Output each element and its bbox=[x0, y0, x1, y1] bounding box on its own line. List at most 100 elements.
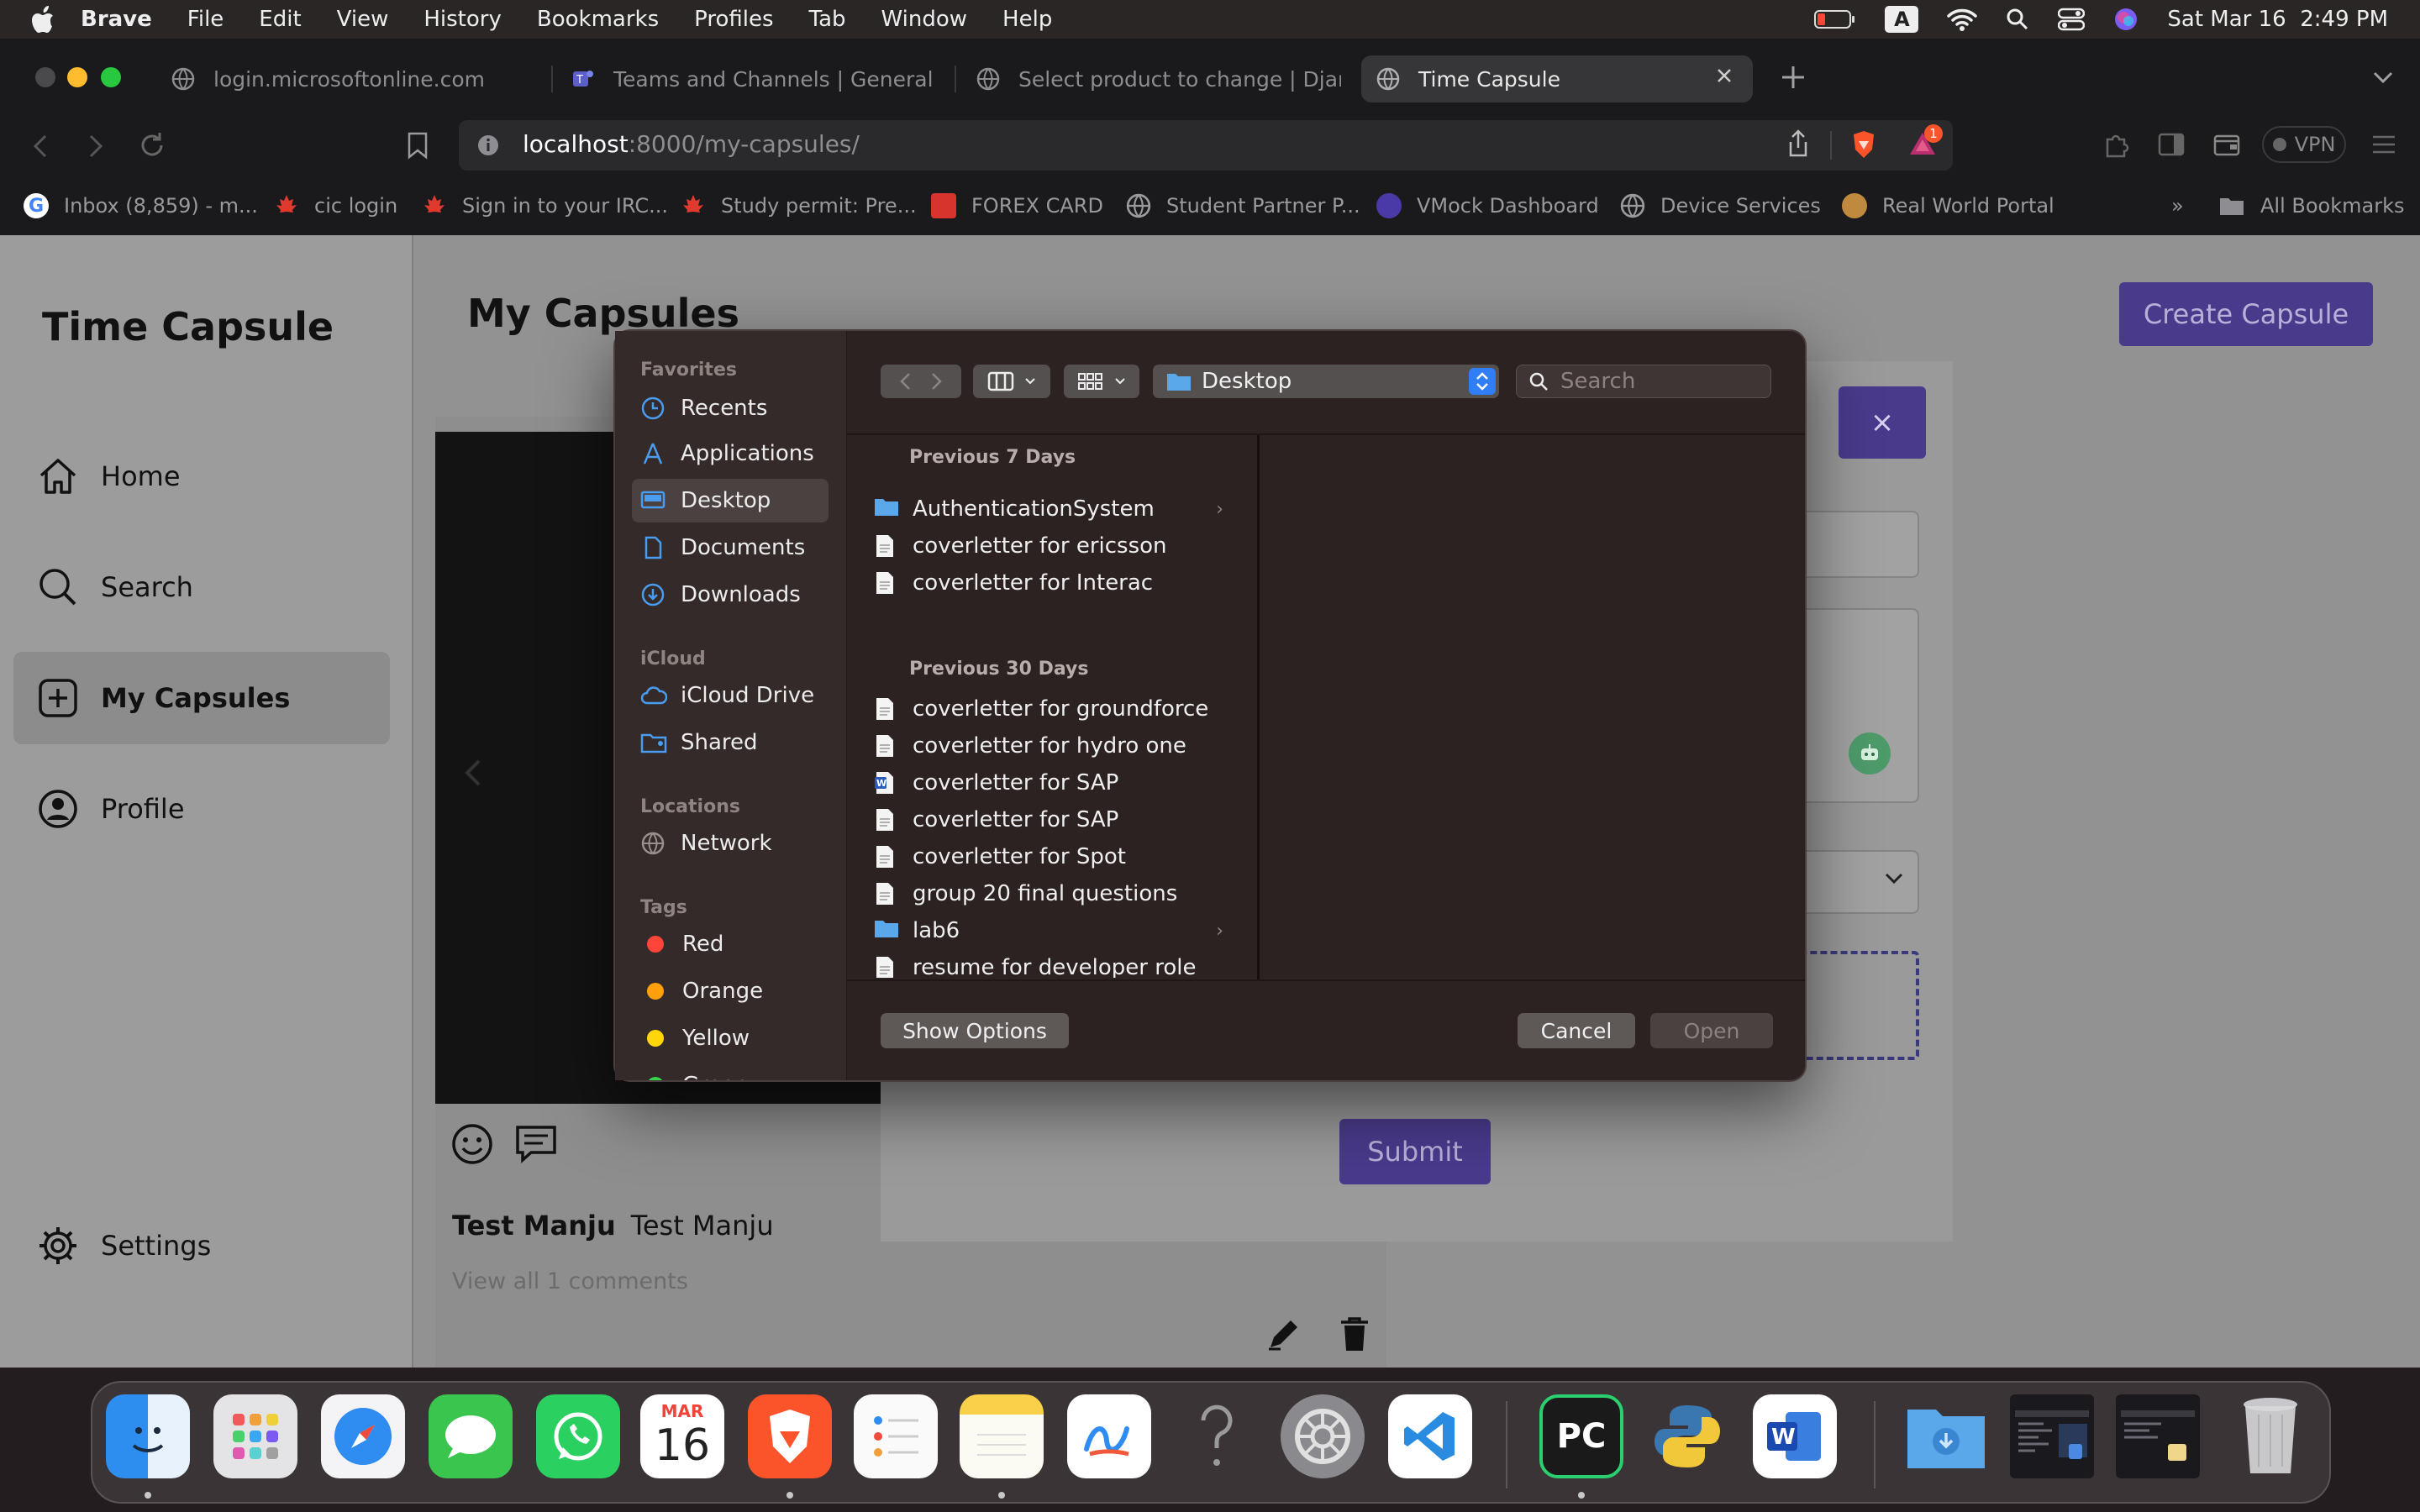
bookmark-study-permit[interactable]: Study permit: Pre... bbox=[681, 190, 917, 222]
calendar-icon[interactable]: MAR 16 bbox=[640, 1394, 724, 1478]
file-row-coverletter-groundforce[interactable]: coverletter for groundforce bbox=[874, 690, 1244, 727]
file-row-coverletter-ericsson[interactable]: coverletter for ericsson bbox=[874, 528, 1244, 564]
sidebar-item-network[interactable]: Network bbox=[632, 822, 829, 865]
menu-bookmarks[interactable]: Bookmarks bbox=[537, 7, 659, 32]
emoji-icon[interactable] bbox=[450, 1122, 494, 1166]
bookmark-inbox[interactable]: G Inbox (8,859) - m... bbox=[24, 190, 258, 222]
file-row-coverletter-hydro-one[interactable]: coverletter for hydro one bbox=[874, 727, 1244, 764]
group-by-button[interactable] bbox=[1064, 365, 1139, 398]
brave-shields-icon[interactable] bbox=[1850, 129, 1877, 160]
sidebar-item-applications[interactable]: Applications bbox=[632, 432, 829, 475]
recent-window-thumbnail-2-icon[interactable] bbox=[2116, 1394, 2200, 1478]
sidebar-tag-orange[interactable]: Orange bbox=[632, 969, 829, 1013]
bookmark-icon[interactable] bbox=[407, 131, 429, 160]
vpn-button[interactable]: VPN bbox=[2262, 126, 2346, 163]
tab-list-chevron-icon[interactable] bbox=[2371, 69, 2395, 86]
bookmark-student-partner[interactable]: Student Partner P... bbox=[1126, 190, 1360, 222]
sidebar-item-profile[interactable]: Profile bbox=[13, 763, 390, 855]
share-icon[interactable] bbox=[1786, 129, 1810, 158]
extensions-icon[interactable] bbox=[2102, 131, 2129, 158]
finder-icon[interactable] bbox=[106, 1394, 190, 1478]
vscode-icon[interactable] bbox=[1388, 1394, 1472, 1478]
view-all-comments-link[interactable]: View all 1 comments bbox=[452, 1268, 688, 1294]
battery-icon[interactable] bbox=[1814, 9, 1856, 29]
column-divider[interactable] bbox=[1257, 435, 1260, 979]
launchpad-icon[interactable] bbox=[213, 1394, 297, 1478]
sidebar-item-documents[interactable]: Documents bbox=[632, 526, 829, 570]
tab-microsoft-login[interactable]: login.microsoftonline.com bbox=[171, 55, 541, 102]
comment-icon[interactable] bbox=[514, 1122, 558, 1166]
menu-profiles[interactable]: Profiles bbox=[694, 7, 773, 32]
file-row-authenticationsystem[interactable]: AuthenticationSystem › bbox=[874, 491, 1244, 528]
notes-icon[interactable] bbox=[960, 1394, 1044, 1478]
recent-window-thumbnail-icon[interactable] bbox=[2010, 1394, 2094, 1478]
capsule-author[interactable]: Test Manju bbox=[452, 1210, 616, 1242]
back-chevron-icon[interactable] bbox=[898, 371, 912, 391]
wallet-icon[interactable] bbox=[2213, 133, 2240, 156]
bookmark-real-world-portal[interactable]: Real World Portal bbox=[1842, 190, 2054, 222]
dialog-search-field[interactable]: Search bbox=[1516, 365, 1771, 398]
file-row-coverletter-sap-docx[interactable]: Wcoverletter for SAP bbox=[874, 764, 1244, 801]
site-info-icon[interactable] bbox=[477, 134, 499, 156]
location-popup[interactable]: Desktop bbox=[1153, 365, 1499, 398]
file-row-coverletter-interac[interactable]: coverletter for Interac bbox=[874, 564, 1244, 601]
file-row-coverletter-spot[interactable]: coverletter for Spot bbox=[874, 838, 1244, 875]
tab-close-icon[interactable] bbox=[1714, 66, 1734, 86]
sidebar-item-desktop[interactable]: Desktop bbox=[632, 479, 829, 522]
spotlight-icon[interactable] bbox=[2006, 8, 2029, 31]
safari-icon[interactable] bbox=[321, 1394, 405, 1478]
bookmarks-overflow[interactable]: » bbox=[2171, 190, 2184, 222]
file-row-lab6[interactable]: lab6 › bbox=[874, 912, 1244, 949]
grammar-assistant-icon[interactable] bbox=[1849, 732, 1891, 774]
reload-icon[interactable] bbox=[138, 131, 166, 160]
messages-icon[interactable] bbox=[429, 1394, 513, 1478]
file-row-resume-developer-role[interactable]: resume for developer role bbox=[874, 949, 1244, 978]
menu-hamburger-icon[interactable] bbox=[2371, 134, 2396, 155]
bookmark-forex-card[interactable]: FOREX CARD bbox=[931, 190, 1103, 222]
carousel-prev-icon[interactable] bbox=[464, 758, 482, 788]
sidebar-item-settings[interactable]: Settings bbox=[13, 1200, 390, 1292]
sidebar-item-downloads[interactable]: Downloads bbox=[632, 573, 829, 617]
address-text[interactable]: localhost:8000/my-capsules/ bbox=[523, 130, 860, 158]
trash-icon[interactable] bbox=[2228, 1394, 2312, 1478]
sidebar-item-home[interactable]: Home bbox=[13, 430, 390, 522]
show-options-button[interactable]: Show Options bbox=[881, 1013, 1069, 1048]
delete-icon[interactable] bbox=[1338, 1315, 1371, 1352]
sidebar-toggle-icon[interactable] bbox=[2158, 133, 2185, 156]
window-close-button[interactable] bbox=[35, 67, 55, 87]
apple-icon[interactable] bbox=[32, 6, 55, 33]
edit-icon[interactable] bbox=[1265, 1315, 1302, 1352]
reminders-icon[interactable] bbox=[854, 1394, 938, 1478]
sidebar-item-recents[interactable]: Recents bbox=[632, 386, 829, 430]
file-row-coverletter-sap[interactable]: coverletter for SAP bbox=[874, 801, 1244, 838]
control-center-icon[interactable] bbox=[2058, 8, 2086, 31]
menu-tab[interactable]: Tab bbox=[809, 7, 846, 32]
menu-edit[interactable]: Edit bbox=[259, 7, 301, 32]
modal-close-button[interactable]: × bbox=[1839, 386, 1926, 459]
new-tab-icon[interactable] bbox=[1780, 64, 1807, 91]
bookmark-ircc-signin[interactable]: Sign in to your IRC... bbox=[422, 190, 668, 222]
freeform-icon[interactable] bbox=[1067, 1394, 1151, 1478]
bookmark-cic-login[interactable]: cic login bbox=[274, 190, 397, 222]
open-button[interactable]: Open bbox=[1650, 1013, 1773, 1048]
forward-chevron-icon[interactable] bbox=[930, 371, 944, 391]
menu-file[interactable]: File bbox=[187, 7, 224, 32]
menu-view[interactable]: View bbox=[337, 7, 389, 32]
all-bookmarks[interactable]: All Bookmarks bbox=[2218, 190, 2404, 222]
back-icon[interactable] bbox=[29, 133, 52, 160]
create-capsule-button[interactable]: Create Capsule bbox=[2119, 282, 2373, 346]
tab-teams[interactable]: T Teams and Channels | General | M bbox=[571, 55, 936, 102]
forward-icon[interactable] bbox=[84, 133, 108, 160]
siri-icon[interactable] bbox=[2113, 7, 2139, 32]
bookmark-vmock[interactable]: VMock Dashboard bbox=[1376, 190, 1599, 222]
whatsapp-icon[interactable] bbox=[536, 1394, 620, 1478]
sidebar-item-search[interactable]: Search bbox=[13, 541, 390, 633]
file-row-group-20-final-questions[interactable]: group 20 final questions bbox=[874, 875, 1244, 912]
system-settings-icon[interactable] bbox=[1281, 1394, 1365, 1478]
word-icon[interactable]: W bbox=[1753, 1394, 1837, 1478]
sidebar-item-icloud-drive[interactable]: iCloud Drive bbox=[632, 674, 829, 717]
pycharm-icon[interactable]: PC bbox=[1539, 1394, 1623, 1478]
view-columns-button[interactable] bbox=[973, 365, 1050, 398]
sidebar-tag-yellow[interactable]: Yellow bbox=[632, 1016, 829, 1060]
menu-help[interactable]: Help bbox=[1002, 7, 1052, 32]
